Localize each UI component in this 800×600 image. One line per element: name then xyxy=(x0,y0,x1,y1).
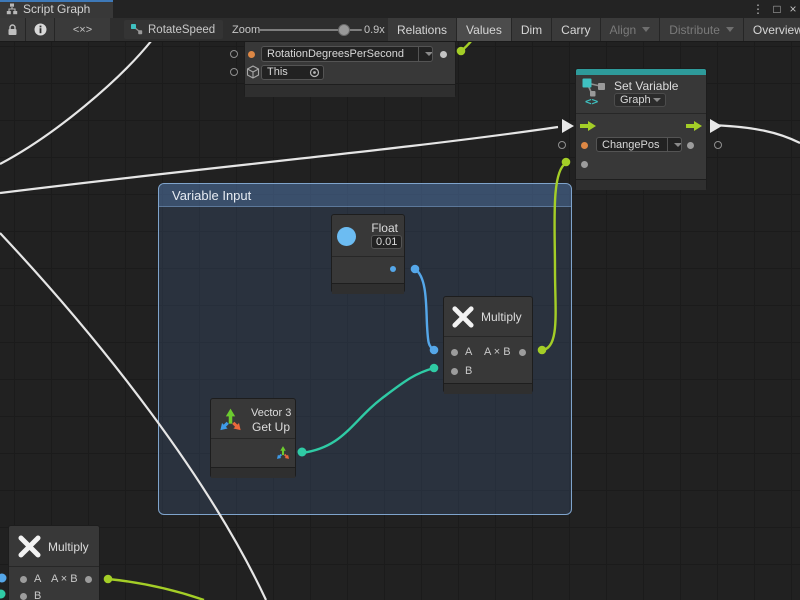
node-multiply-2[interactable]: Multiply A A × B B xyxy=(8,525,100,600)
port-dot-variable[interactable] xyxy=(248,51,255,58)
port-label-out: A × B xyxy=(484,346,511,358)
node-set-variable-changepos[interactable]: <> Set Variable Graph ChangePos xyxy=(575,68,707,190)
chevron-down-icon[interactable] xyxy=(418,47,432,61)
flow-output-wire-arrow xyxy=(710,119,722,133)
node-title-line1: Vector 3 xyxy=(251,407,291,419)
chevron-down-icon xyxy=(642,27,650,32)
node-multiply[interactable]: Multiply A A × B B xyxy=(443,296,533,393)
info-button[interactable] xyxy=(26,18,55,41)
lock-icon xyxy=(7,24,18,36)
node-footer xyxy=(332,283,404,294)
node-accent-strip xyxy=(576,69,706,75)
cube-icon xyxy=(246,65,260,79)
variable-name-value: ChangePos xyxy=(597,139,667,151)
port-ring-input[interactable] xyxy=(230,50,238,58)
node-title: Multiply xyxy=(481,310,522,324)
port-ring-input[interactable] xyxy=(558,141,566,149)
set-variable-icon: <> xyxy=(580,77,610,107)
variable-scope-dropdown[interactable]: Graph xyxy=(614,93,666,107)
lock-button[interactable] xyxy=(0,18,26,41)
port-dot-output[interactable] xyxy=(390,266,396,272)
port-label-a: A xyxy=(34,573,41,585)
vector3-output-port-icon[interactable] xyxy=(275,444,291,460)
port-label-out: A × B xyxy=(51,573,78,585)
tab-script-graph[interactable]: Script Graph xyxy=(0,0,113,18)
node-footer xyxy=(211,467,295,478)
port-dot-out[interactable] xyxy=(85,576,92,583)
window-menu-button[interactable]: ⋮ xyxy=(750,0,766,18)
toolbar-button-values[interactable]: Values xyxy=(457,18,512,41)
port-dot-output[interactable] xyxy=(687,142,694,149)
port-ring-target[interactable] xyxy=(230,68,238,76)
chevron-down-icon xyxy=(653,98,661,102)
zoom-label: Zoom xyxy=(232,24,260,36)
node-vector3-get-up[interactable]: Vector 3 Get Up xyxy=(210,398,296,478)
toolbar-button-distribute[interactable]: Distribute xyxy=(660,18,744,41)
group-title: Variable Input xyxy=(172,188,251,203)
node-footer xyxy=(444,383,532,394)
info-icon xyxy=(34,23,47,36)
tab-title: Script Graph xyxy=(23,2,90,16)
multiply-icon xyxy=(451,305,475,329)
unity-visual-scripting-window: Variable Input RotationDegreesPerS xyxy=(0,0,800,600)
object-picker-icon[interactable] xyxy=(309,67,320,78)
node-footer xyxy=(576,179,706,190)
graph-breadcrumb-label: RotateSpeed xyxy=(148,24,215,36)
multiply-icon xyxy=(17,534,42,559)
port-dot-variable[interactable] xyxy=(581,142,588,149)
flow-output-port[interactable] xyxy=(686,120,703,132)
port-dot-a[interactable] xyxy=(451,349,458,356)
node-title: Multiply xyxy=(48,540,89,554)
float-icon xyxy=(337,227,356,246)
toolbar-button-dim[interactable]: Dim xyxy=(512,18,552,41)
port-label-a: A xyxy=(465,346,472,358)
chevron-down-icon xyxy=(726,27,734,32)
port-ring-output[interactable] xyxy=(714,141,722,149)
port-dot-out[interactable] xyxy=(519,349,526,356)
node-title: Float xyxy=(371,221,398,235)
script-graph-icon xyxy=(6,3,18,15)
chevron-down-icon[interactable] xyxy=(667,138,681,151)
toolbar-button-overview[interactable]: Overview xyxy=(744,18,800,41)
code-view-button[interactable]: <×> xyxy=(55,18,110,41)
flow-input-wire-arrow xyxy=(562,119,574,133)
graph-icon xyxy=(130,23,143,36)
toolbar-button-align[interactable]: Align xyxy=(601,18,661,41)
float-value-field[interactable]: 0.01 xyxy=(371,235,402,249)
group-header[interactable]: Variable Input xyxy=(159,184,571,207)
port-label-b: B xyxy=(465,365,472,377)
port-dot-value-input[interactable] xyxy=(581,161,588,168)
node-float[interactable]: Float 0.01 xyxy=(331,214,405,293)
variable-name-dropdown[interactable]: RotationDegreesPerSecond xyxy=(261,46,433,62)
port-dot-output[interactable] xyxy=(440,51,447,58)
variable-scope-value: Graph xyxy=(615,94,653,106)
window-close-button[interactable]: × xyxy=(785,0,800,18)
port-dot-b[interactable] xyxy=(20,593,27,600)
flow-input-port[interactable] xyxy=(580,120,597,132)
variable-name-value: RotationDegreesPerSecond xyxy=(262,48,418,60)
port-dot-b[interactable] xyxy=(451,368,458,375)
window-tab-bar: Script Graph ⋮ □ × xyxy=(0,0,800,18)
node-footer xyxy=(245,84,455,97)
node-title-line2: Get Up xyxy=(251,420,291,434)
toolbar-button-carry[interactable]: Carry xyxy=(552,18,600,41)
float-value: 0.01 xyxy=(372,236,401,248)
graph-toolbar: <×> RotateSpeed Zoom 0.9x Relations Valu… xyxy=(0,18,800,42)
svg-text:<>: <> xyxy=(585,95,599,107)
variable-name-dropdown[interactable]: ChangePos xyxy=(596,137,682,152)
zoom-value: 0.9x xyxy=(364,24,385,36)
vector3-icon xyxy=(217,405,244,432)
port-dot-a[interactable] xyxy=(20,576,27,583)
window-maximize-button[interactable]: □ xyxy=(769,0,785,18)
tab-accent-stripe xyxy=(0,0,113,2)
node-set-variable-rotationdegrees[interactable]: RotationDegreesPerSecond This xyxy=(244,40,456,97)
graph-breadcrumb[interactable]: RotateSpeed xyxy=(124,20,223,39)
node-title: Set Variable xyxy=(614,79,678,93)
port-label-b: B xyxy=(34,590,41,600)
target-this-value: This xyxy=(262,66,309,78)
zoom-slider-handle[interactable] xyxy=(338,24,350,36)
target-this-field[interactable]: This xyxy=(261,65,324,80)
toolbar-button-relations[interactable]: Relations xyxy=(388,18,457,41)
